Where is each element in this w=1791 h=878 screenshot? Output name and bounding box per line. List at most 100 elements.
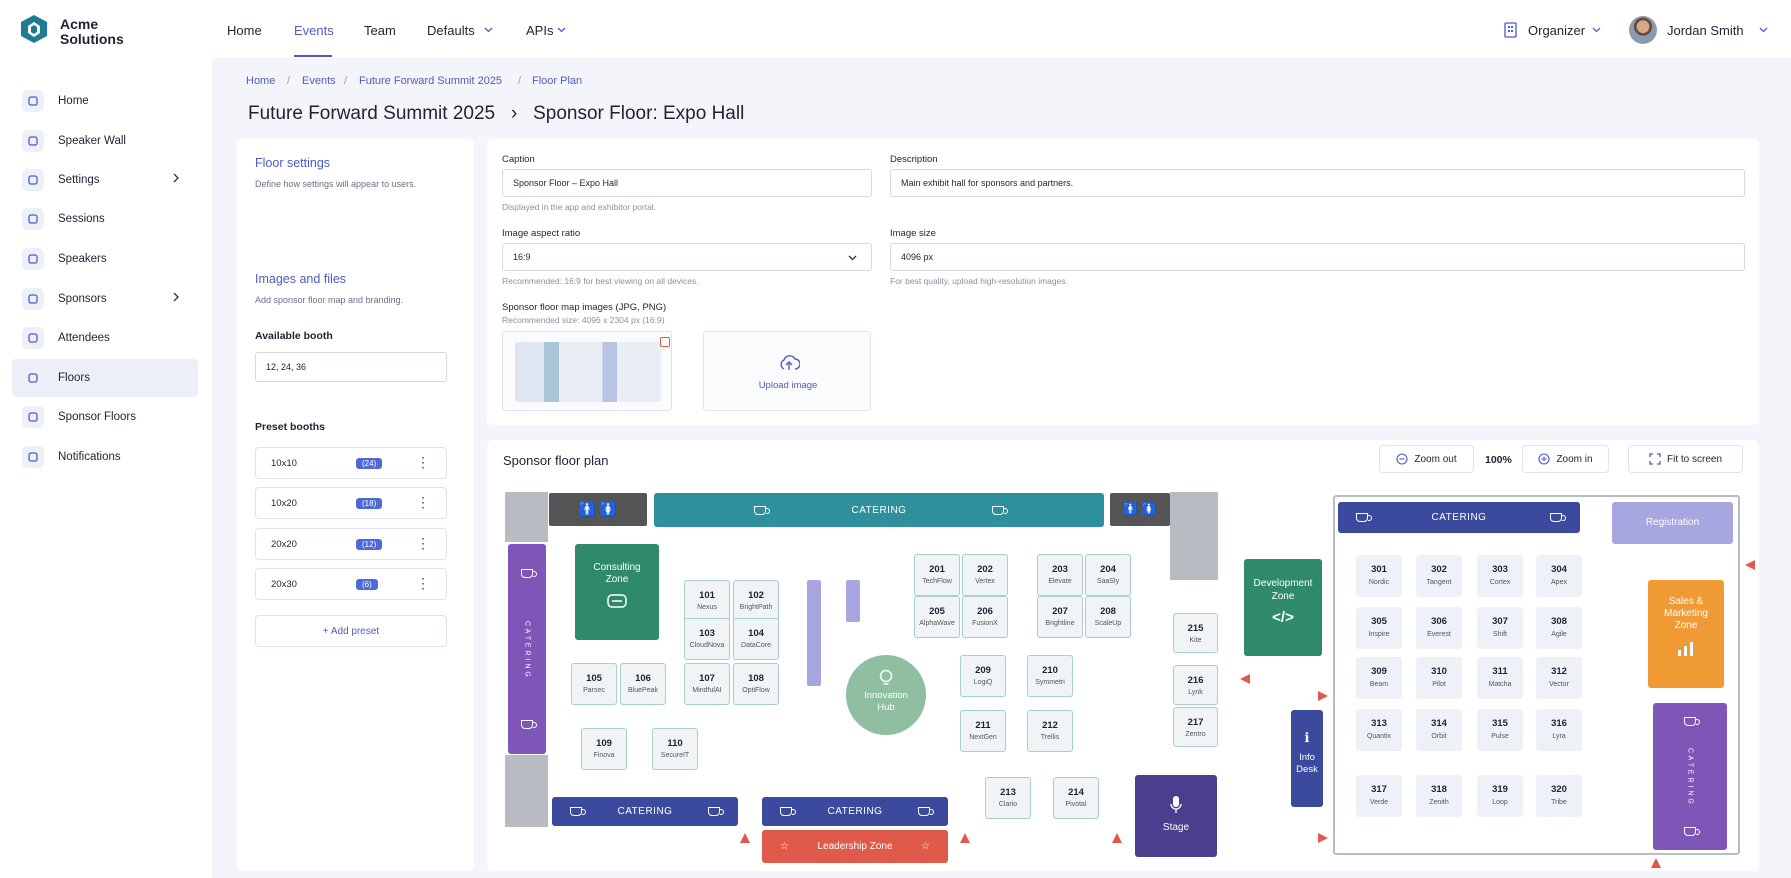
booth-203[interactable]: 203 Elevate [1037, 554, 1083, 596]
preset-booth-row[interactable]: 20x20 (12) ⋮ [255, 528, 447, 560]
more-options-icon[interactable]: ⋮ [416, 495, 430, 509]
booth-317[interactable]: 317 Verde [1356, 775, 1402, 817]
booth-208[interactable]: 208 ScaleUp [1085, 596, 1131, 638]
booth-210[interactable]: 210 Symmetri [1027, 655, 1073, 697]
booth-215[interactable]: 215 Kite [1173, 613, 1218, 653]
booth-212[interactable]: 212 Trellis [1027, 710, 1073, 752]
image-size-input[interactable]: 4096 px [890, 243, 1745, 271]
breadcrumb-events[interactable]: Events [302, 75, 336, 87]
booth-109[interactable]: 109 Finova [581, 728, 627, 770]
zoom-in-button[interactable]: Zoom in [1522, 445, 1609, 473]
add-preset-button[interactable]: + Add preset [255, 615, 447, 647]
booth-310[interactable]: 310 Pilot [1416, 657, 1462, 699]
booth-301[interactable]: 301 Nordic [1356, 555, 1402, 597]
booth-319[interactable]: 319 Loop [1477, 775, 1523, 817]
upload-image-label: Upload image [758, 380, 818, 391]
booth-206[interactable]: 206 FusionX [962, 596, 1008, 638]
booth-311[interactable]: 311 Matcha [1477, 657, 1523, 699]
nav-defaults[interactable]: Defaults [427, 23, 475, 38]
booth-312[interactable]: 312 Vector [1536, 657, 1582, 699]
zoom-out-button[interactable]: Zoom out [1379, 445, 1474, 473]
booth-sponsor: BrightPath [739, 604, 773, 611]
caption-input[interactable]: Sponsor Floor – Expo Hall [502, 169, 872, 197]
sidebar-item-sessions[interactable]: Sessions [12, 200, 198, 238]
upload-image-dropzone[interactable]: Upload image [703, 331, 871, 411]
sidebar-item-sponsors[interactable]: Sponsors [12, 280, 198, 318]
booth-205[interactable]: 205 AlphaWave [914, 596, 960, 638]
sidebar-item-attendees[interactable]: Attendees [12, 319, 198, 357]
booth-307[interactable]: 307 Shift [1477, 607, 1523, 649]
booth-202[interactable]: 202 Vertex [962, 554, 1008, 596]
booth-309[interactable]: 309 Beam [1356, 657, 1402, 699]
booth-313[interactable]: 313 Quantix [1356, 709, 1402, 751]
booth-sponsor: Symmetri [1035, 679, 1065, 686]
booth-number: 202 [977, 564, 993, 575]
booth-110[interactable]: 110 SecureIT [652, 728, 698, 770]
booth-314[interactable]: 314 Orbit [1416, 709, 1462, 751]
booth-107[interactable]: 107 MindfulAI [684, 663, 730, 705]
nav-apis[interactable]: APIs [526, 23, 553, 38]
sidebar-item-notifications[interactable]: Notifications [12, 438, 198, 476]
booth-304[interactable]: 304 Apex [1536, 555, 1582, 597]
clock-icon [22, 208, 44, 230]
booth-101[interactable]: 101 Nexus [684, 580, 730, 622]
booth-302[interactable]: 302 Tangent [1416, 555, 1462, 597]
breadcrumb-home[interactable]: Home [246, 75, 275, 87]
preset-booth-row[interactable]: 10x10 (24) ⋮ [255, 447, 447, 479]
fit-to-screen-button[interactable]: Fit to screen [1628, 445, 1743, 473]
booth-102[interactable]: 102 BrightPath [733, 580, 779, 622]
booth-204[interactable]: 204 SaaSly [1085, 554, 1131, 596]
preset-booth-row[interactable]: 10x20 (18) ⋮ [255, 487, 447, 519]
booth-104[interactable]: 104 DataCore [733, 618, 779, 660]
booth-315[interactable]: 315 Pulse [1477, 709, 1523, 751]
booth-211[interactable]: 211 NextGen [960, 710, 1006, 752]
booth-308[interactable]: 308 Agile [1536, 607, 1582, 649]
user-menu[interactable]: Jordan Smith [1667, 23, 1744, 38]
aspect-ratio-select[interactable]: 16:9 [502, 243, 872, 271]
sidebar-item-settings[interactable]: Settings [12, 161, 198, 199]
role-switcher[interactable]: Organizer [1528, 23, 1585, 38]
more-options-icon[interactable]: ⋮ [416, 576, 430, 590]
zoom-in-icon [1538, 453, 1550, 465]
sidebar-item-speakers[interactable]: Speakers [12, 240, 198, 278]
avatar[interactable] [1629, 16, 1657, 44]
booth-207[interactable]: 207 Brightline [1037, 596, 1083, 638]
nav-home[interactable]: Home [227, 23, 262, 38]
booth-316[interactable]: 316 Lyra [1536, 709, 1582, 751]
description-input[interactable]: Main exhibit hall for sponsors and partn… [890, 169, 1745, 197]
booth-305[interactable]: 305 Inspire [1356, 607, 1402, 649]
nav-events[interactable]: Events [294, 23, 334, 38]
booth-320[interactable]: 320 Tribe [1536, 775, 1582, 817]
caption-help: Displayed in the app and exhibitor porta… [502, 202, 657, 212]
more-options-icon[interactable]: ⋮ [416, 455, 430, 469]
image-size-label: Image size [890, 228, 936, 239]
booth-217[interactable]: 217 Zentro [1173, 707, 1218, 747]
booth-209[interactable]: 209 LogiQ [960, 655, 1006, 697]
more-options-icon[interactable]: ⋮ [416, 536, 430, 550]
booth-216[interactable]: 216 Lynk [1173, 665, 1218, 705]
sidebar-item-sponsor-floors[interactable]: Sponsor Floors [12, 398, 198, 436]
booth-108[interactable]: 108 OptiFlow [733, 663, 779, 705]
sidebar-item-speaker-wall[interactable]: Speaker Wall [12, 122, 198, 160]
booth-105[interactable]: 105 Parsec [571, 663, 617, 705]
available-booth-input[interactable]: 12, 24, 36 [255, 352, 447, 382]
booth-306[interactable]: 306 Everest [1416, 607, 1462, 649]
breadcrumb-event[interactable]: Future Forward Summit 2025 [359, 75, 502, 87]
preset-booth-row[interactable]: 20x30 (6) ⋮ [255, 568, 447, 600]
booth-318[interactable]: 318 Zenith [1416, 775, 1462, 817]
booth-number: 212 [1042, 720, 1058, 731]
sidebar-item-home[interactable]: Home [12, 82, 198, 120]
booth-201[interactable]: 201 TechFlow [914, 554, 960, 596]
booth-303[interactable]: 303 Cortex [1477, 555, 1523, 597]
map-thumbnail[interactable] [502, 331, 672, 411]
app-logo[interactable]: Acme Solutions [20, 14, 200, 50]
booth-106[interactable]: 106 BluePeak [620, 663, 666, 705]
booth-214[interactable]: 214 Pivotal [1053, 777, 1099, 819]
booth-sponsor: Inspire [1368, 631, 1390, 638]
delete-icon[interactable] [660, 337, 670, 347]
booth-103[interactable]: 103 CloudNova [684, 618, 730, 660]
sidebar-item-floors[interactable]: Floors [12, 359, 198, 397]
preset-count-badge: (24) [356, 458, 383, 469]
nav-team[interactable]: Team [364, 23, 396, 38]
booth-213[interactable]: 213 Clario [985, 777, 1031, 819]
